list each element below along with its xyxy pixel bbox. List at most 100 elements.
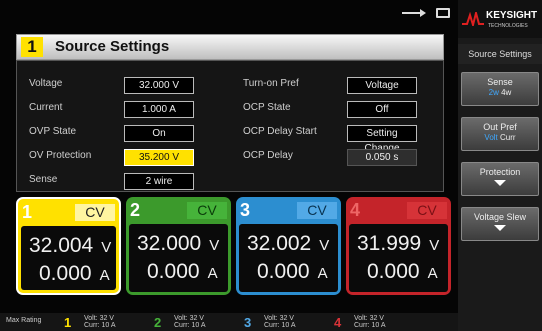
brand-name: KEYSIGHT xyxy=(486,10,538,21)
current-value: 0.000 xyxy=(367,260,420,283)
current-value: 0.000 xyxy=(257,260,310,283)
current-readout: 0.000 A xyxy=(147,260,218,284)
ovp-state-label: OVP State xyxy=(29,126,77,137)
brand-subtitle: TECHNOLOGIES xyxy=(488,23,528,29)
out-pref-option-volt: Volt xyxy=(484,133,498,142)
max-rating-ch4-number: 4 xyxy=(334,315,342,330)
ocp-delay-start-field[interactable]: Setting Change xyxy=(347,125,417,154)
channel-number: 1 xyxy=(22,202,33,222)
sense-field[interactable]: 2 wire xyxy=(124,173,194,190)
max-rating-curr: Curr: 10 A xyxy=(84,322,116,329)
max-rating-ch2-number: 2 xyxy=(154,315,162,330)
sense-option-4w: 4w xyxy=(501,88,512,97)
channel-2-tile[interactable]: 2 CV 32.000 V 0.000 A xyxy=(126,197,231,295)
voltage-unit: V xyxy=(429,237,440,254)
current-value: 0.000 xyxy=(147,260,200,283)
mode-badge: CV xyxy=(187,202,227,219)
current-unit: A xyxy=(427,265,438,282)
voltage-readout: 32.002 V xyxy=(247,232,329,256)
channel-number: 4 xyxy=(350,200,361,220)
current-readout: 0.000 A xyxy=(39,262,110,286)
ocp-delay-label: OCP Delay xyxy=(243,150,293,161)
channel-number: 2 xyxy=(130,200,141,220)
max-rating-volt: Volt: 32 V xyxy=(264,315,294,322)
mode-badge: CV xyxy=(297,202,337,219)
sense-softkey[interactable]: Sense 2w 4w xyxy=(461,72,539,106)
current-unit: A xyxy=(317,265,328,282)
current-readout: 0.000 A xyxy=(257,260,328,284)
max-rating-curr: Curr: 10 A xyxy=(354,322,386,329)
channel-4-tile[interactable]: 4 CV 31.999 V 0.000 A xyxy=(346,197,451,295)
current-readout: 0.000 A xyxy=(367,260,438,284)
brand-logo: KEYSIGHT TECHNOLOGIES xyxy=(458,0,542,38)
current-field[interactable]: 1.000 A xyxy=(124,101,194,118)
turn-on-pref-label: Turn-on Pref xyxy=(243,78,299,89)
keysight-wave-icon xyxy=(462,12,484,26)
channel-readout: 32.002 V 0.000 A xyxy=(239,224,338,292)
voltage-readout: 32.000 V xyxy=(137,232,219,256)
channel-3-tile[interactable]: 3 CV 32.002 V 0.000 A xyxy=(236,197,341,295)
max-rating-curr: Curr: 10 A xyxy=(174,322,206,329)
protection-softkey-label: Protection xyxy=(479,167,521,177)
voltage-readout: 32.004 V xyxy=(29,234,111,258)
max-rating-ch3-values: Volt: 32 V Curr: 10 A xyxy=(264,315,296,329)
softkey-menu-title: Source Settings xyxy=(458,44,542,64)
protection-softkey[interactable]: Protection xyxy=(461,162,539,196)
channel-readout: 31.999 V 0.000 A xyxy=(349,224,448,292)
out-pref-softkey[interactable]: Out Pref Volt Curr xyxy=(461,117,539,151)
ovp-state-field[interactable]: On xyxy=(124,125,194,142)
status-icons xyxy=(402,8,450,18)
instrument-screen: 1 Source Settings Voltage 32.000 V Curre… xyxy=(0,0,458,331)
current-unit: A xyxy=(99,267,110,284)
voltage-slew-softkey[interactable]: Voltage Slew xyxy=(461,207,539,241)
max-rating-volt: Volt: 32 V xyxy=(84,315,114,322)
max-rating-ch2-values: Volt: 32 V Curr: 10 A xyxy=(174,315,206,329)
mode-badge: CV xyxy=(75,204,115,221)
max-rating-volt: Volt: 32 V xyxy=(174,315,204,322)
max-rating-bar: Max Rating 1 Volt: 32 V Curr: 10 A 2 Volt… xyxy=(0,313,458,331)
max-rating-ch1-number: 1 xyxy=(64,315,72,330)
out-pref-softkey-options: Volt Curr xyxy=(462,133,538,142)
ocp-delay-start-label: OCP Delay Start xyxy=(243,126,317,137)
down-arrow-icon xyxy=(494,225,506,231)
voltage-value: 32.000 xyxy=(137,232,202,255)
voltage-unit: V xyxy=(209,237,220,254)
voltage-unit: V xyxy=(319,237,330,254)
channel-readout: 32.000 V 0.000 A xyxy=(129,224,228,292)
channel-1-tile[interactable]: 1 CV 32.004 V 0.000 A xyxy=(16,197,121,295)
max-rating-ch4-values: Volt: 32 V Curr: 10 A xyxy=(354,315,386,329)
channel-readout: 32.004 V 0.000 A xyxy=(21,226,116,290)
turn-on-pref-field[interactable]: Voltage xyxy=(347,77,417,94)
softkey-panel: KEYSIGHT TECHNOLOGIES Source Settings Se… xyxy=(458,0,542,331)
sense-softkey-label: Sense xyxy=(487,77,513,87)
channel-number: 3 xyxy=(240,200,251,220)
sense-label: Sense xyxy=(29,174,58,185)
current-value: 0.000 xyxy=(39,262,92,285)
current-unit: A xyxy=(207,265,218,282)
mode-badge: CV xyxy=(407,202,447,219)
page-title: Source Settings xyxy=(55,38,170,55)
max-rating-curr: Curr: 10 A xyxy=(264,322,296,329)
voltage-value: 32.004 xyxy=(29,234,94,257)
ocp-state-label: OCP State xyxy=(243,102,291,113)
out-pref-option-curr: Curr xyxy=(500,133,516,142)
channel-number-badge: 1 xyxy=(21,37,43,57)
max-rating-label: Max Rating xyxy=(6,317,42,324)
usb-icon xyxy=(402,8,426,18)
ocp-state-field[interactable]: Off xyxy=(347,101,417,118)
ocp-delay-field[interactable]: 0.050 s xyxy=(347,149,417,166)
sense-option-2w: 2w xyxy=(488,88,499,97)
ov-protection-field[interactable]: 35.200 V xyxy=(124,149,194,166)
voltage-field[interactable]: 32.000 V xyxy=(124,77,194,94)
monitor-icon xyxy=(436,8,450,18)
voltage-slew-softkey-label: Voltage Slew xyxy=(473,212,527,222)
voltage-label: Voltage xyxy=(29,78,63,89)
current-label: Current xyxy=(29,102,63,113)
voltage-value: 32.002 xyxy=(247,232,312,255)
voltage-unit: V xyxy=(101,239,112,256)
ov-protection-label: OV Protection xyxy=(29,150,92,161)
max-rating-ch3-number: 3 xyxy=(244,315,252,330)
out-pref-softkey-label: Out Pref xyxy=(483,122,517,132)
voltage-value: 31.999 xyxy=(357,232,422,255)
settings-panel: Voltage 32.000 V Current 1.000 A OVP Sta… xyxy=(16,60,444,192)
